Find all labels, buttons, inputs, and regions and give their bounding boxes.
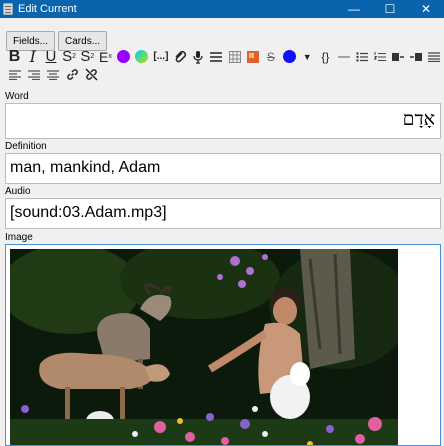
italic-icon[interactable]: I	[24, 47, 41, 66]
minimize-button[interactable]: —	[336, 0, 372, 18]
close-button[interactable]: ✕	[408, 0, 444, 18]
attach-icon[interactable]	[171, 48, 188, 65]
word-field[interactable]: אָדָם	[5, 103, 441, 139]
clear-format-letter: E	[99, 48, 109, 65]
color-dot-icon[interactable]	[280, 48, 297, 65]
align-right-icon[interactable]	[25, 66, 43, 83]
subscript-icon[interactable]: S2	[79, 48, 96, 65]
table-icon[interactable]	[226, 48, 243, 65]
image-occlusion-icon[interactable]	[244, 48, 261, 65]
audio-field[interactable]: [sound:03.Adam.mp3]	[5, 198, 441, 229]
audio-label: Audio	[5, 186, 31, 197]
window-controls: — ☐ ✕	[336, 0, 444, 18]
text-color-swatch	[117, 50, 131, 63]
bold-icon[interactable]: B	[6, 48, 23, 65]
window-title: Edit Current	[18, 3, 77, 15]
align-center-icon[interactable]	[44, 66, 62, 83]
word-value: אָדָם	[402, 108, 435, 130]
maximize-button[interactable]: ☐	[372, 0, 408, 18]
highlight-color-swatch	[135, 50, 149, 63]
color-dot-swatch	[282, 50, 296, 63]
superscript-icon[interactable]: S2	[61, 48, 78, 65]
image-label: Image	[5, 232, 33, 243]
audio-value: [sound:03.Adam.mp3]	[10, 204, 167, 221]
strikethrough-icon[interactable]: S	[262, 48, 279, 65]
dropdown-icon[interactable]: ▼	[299, 48, 316, 65]
link-icon[interactable]	[63, 66, 81, 83]
unlink-icon[interactable]	[82, 66, 100, 83]
superscript-letter: S	[62, 48, 73, 65]
toolbar-row-2	[6, 66, 444, 83]
outdent-icon[interactable]	[408, 48, 425, 65]
cloze-icon[interactable]: [...]	[151, 48, 170, 65]
definition-label: Definition	[5, 141, 47, 152]
clear-format-icon[interactable]: Ex	[97, 48, 114, 65]
bulleted-list-icon[interactable]	[353, 48, 370, 65]
formatting-toolbar: B I U S2 S2 Ex [...] S ▼ {}	[0, 47, 444, 84]
justify-icon[interactable]	[426, 48, 443, 65]
adam-animals-image	[10, 249, 398, 445]
numbered-list-icon[interactable]	[371, 48, 388, 65]
word-label: Word	[5, 91, 29, 102]
image-field[interactable]	[5, 244, 441, 446]
highlight-color-icon[interactable]	[133, 48, 150, 65]
definition-value: man, mankind, Adam	[10, 159, 161, 176]
mathjax-icon[interactable]: {}	[317, 48, 334, 65]
horizontal-rule-icon[interactable]	[335, 48, 352, 65]
window-titlebar: Edit Current — ☐ ✕	[0, 0, 444, 18]
app-icon	[3, 3, 13, 15]
record-audio-icon[interactable]	[190, 48, 207, 65]
toolbar-row-1: B I U S2 S2 Ex [...] S ▼ {}	[6, 47, 444, 66]
text-color-icon[interactable]	[115, 48, 132, 65]
subscript-letter: S	[80, 48, 91, 65]
definition-field[interactable]: man, mankind, Adam	[5, 153, 441, 184]
align-left-icon[interactable]	[6, 66, 24, 83]
text-align-icon[interactable]	[208, 48, 225, 65]
indent-icon[interactable]	[390, 48, 407, 65]
underline-icon[interactable]: U	[42, 48, 59, 65]
